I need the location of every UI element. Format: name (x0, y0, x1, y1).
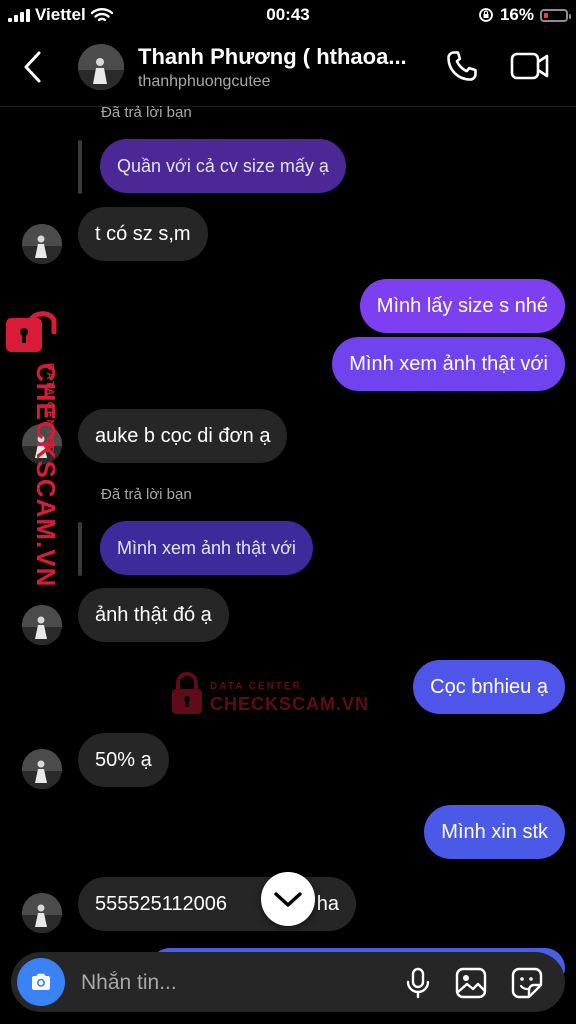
status-bar: Viettel 00:43 16% (0, 0, 576, 30)
chat-header: Thanh Phương ( hthaoa... thanhphuongcute… (0, 30, 576, 107)
contact-name[interactable]: Thanh Phương ( hthaoa... (138, 44, 438, 70)
contact-avatar[interactable] (78, 44, 124, 90)
battery-icon (540, 8, 571, 22)
scroll-to-bottom-button[interactable] (261, 872, 315, 926)
message-composer (11, 952, 565, 1012)
watermark-main-text: CHECKSCAM.VN (210, 694, 370, 714)
battery-level (544, 12, 548, 18)
reply-quote-bubble[interactable]: Quần với cả cv size mấy ạ (100, 139, 346, 193)
lock-icon (6, 311, 57, 352)
orientation-lock-icon (479, 8, 493, 22)
microphone-icon[interactable] (403, 967, 433, 999)
incoming-message[interactable]: 50% ạ (78, 733, 169, 787)
outgoing-message[interactable]: Cọc bnhieu ạ (413, 660, 565, 714)
outgoing-message[interactable]: Mình lấy size s nhé (359, 279, 565, 333)
reply-label: Đã trả lời bạn (101, 104, 192, 121)
sticker-icon[interactable] (511, 967, 543, 999)
sender-avatar[interactable] (22, 893, 62, 933)
sender-avatar[interactable] (22, 224, 62, 264)
message-input[interactable] (79, 960, 383, 1006)
outgoing-message[interactable]: Mình xem ảnh thật với (332, 337, 565, 391)
incoming-message[interactable]: auke b cọc di đơn ạ (78, 409, 288, 463)
checkscam-watermark-vertical: CHECKSCAM.VN DATA CENTER (4, 310, 68, 587)
reply-bar (78, 522, 82, 576)
camera-icon (32, 973, 50, 990)
outgoing-message[interactable]: Mình xin stk (424, 805, 565, 859)
reply-label: Đã trả lời bạn (101, 486, 192, 503)
video-camera-icon[interactable] (510, 50, 550, 82)
sender-avatar[interactable] (22, 749, 62, 789)
camera-button[interactable] (17, 958, 65, 1006)
checkscam-watermark-horizontal: DATA CENTER CHECKSCAM.VN (170, 672, 370, 716)
watermark-top-text: DATA CENTER (44, 363, 55, 455)
incoming-message[interactable]: t có sz s,m (78, 207, 208, 261)
reply-bar (78, 140, 82, 194)
lock-icon (172, 672, 202, 714)
incoming-message[interactable]: ảnh thật đó ạ (78, 588, 229, 642)
contact-username[interactable]: thanhphuongcutee (138, 73, 271, 91)
message-text-tail: ha (316, 893, 339, 915)
phone-icon[interactable] (444, 48, 480, 84)
sender-avatar[interactable] (22, 605, 62, 645)
gallery-icon[interactable] (455, 967, 487, 999)
message-text: 555525112006 (95, 893, 227, 915)
status-right: 16% (478, 5, 571, 25)
watermark-top-text: DATA CENTER (210, 681, 302, 692)
back-chevron-icon[interactable] (22, 50, 42, 84)
chevron-down-icon (274, 892, 302, 907)
reply-quote-bubble[interactable]: Mình xem ảnh thật với (100, 521, 313, 575)
battery-percent: 16% (499, 5, 534, 24)
